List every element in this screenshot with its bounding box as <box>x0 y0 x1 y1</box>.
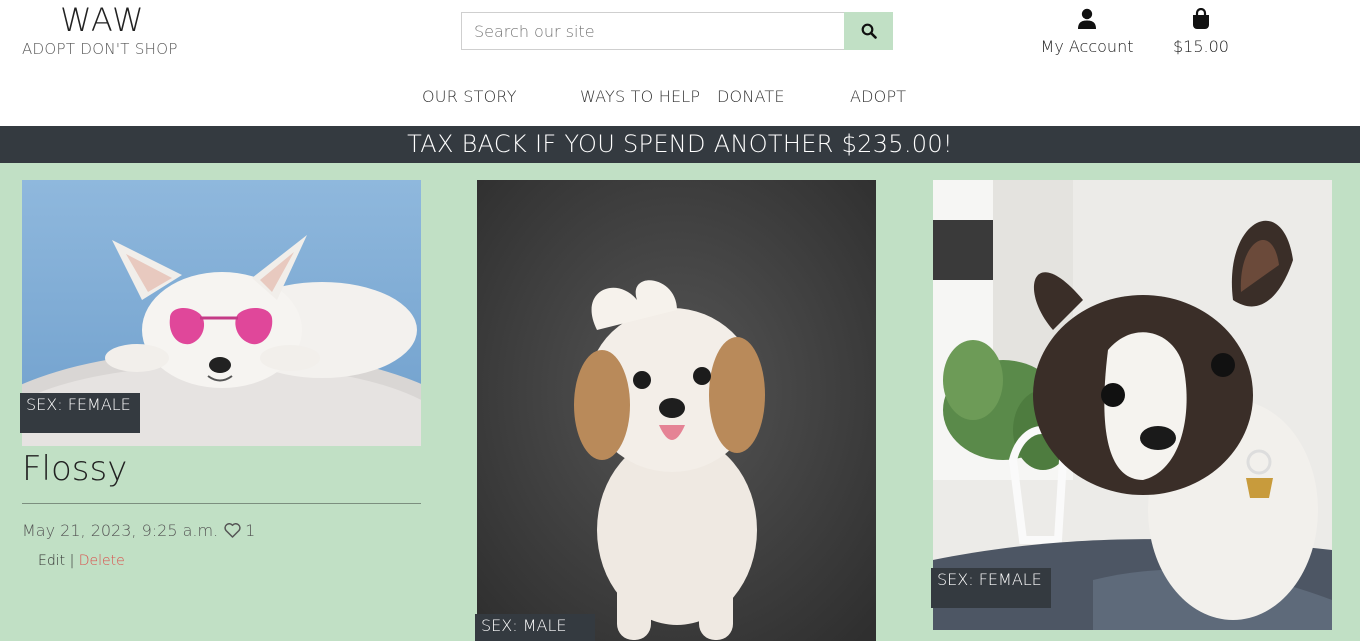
pet-photo <box>477 180 876 641</box>
nav-our-story[interactable]: OUR STORY <box>422 87 517 106</box>
card-divider <box>22 503 421 504</box>
main-nav: OUR STORY WAYS TO HELP DONATE ADOPT <box>0 87 1360 109</box>
pet-name: Flossy <box>22 449 128 489</box>
search-icon <box>861 23 877 39</box>
bag-total: $15.00 <box>1173 37 1229 56</box>
sex-badge: SEX: MALE <box>475 614 595 641</box>
my-account-label: My Account <box>1040 37 1134 56</box>
pet-photo-link[interactable]: SEX: FEMALE <box>20 180 422 446</box>
my-account-link[interactable]: My Account <box>1031 8 1143 56</box>
pet-photo <box>933 180 1332 630</box>
user-icon <box>1077 8 1097 30</box>
post-date: May 21, 2023, 9:25 a.m. <box>22 521 219 540</box>
shopping-bag-link[interactable]: $15.00 <box>1166 7 1236 56</box>
site-header: WAW ADOPT DON'T SHOP My Account $15. <box>0 0 1360 126</box>
promo-banner: TAX BACK IF YOU SPEND ANOTHER $235.00! <box>0 126 1360 163</box>
delete-link[interactable]: Delete <box>79 553 125 569</box>
like-count: 1 <box>245 521 256 540</box>
action-separator: | <box>69 553 75 569</box>
nav-adopt[interactable]: ADOPT <box>850 87 906 106</box>
brand-tagline: ADOPT DON'T SHOP <box>22 40 178 58</box>
pet-photo-link[interactable]: SEX: MALE <box>475 180 877 641</box>
search-input[interactable] <box>461 12 844 50</box>
pet-photo-link[interactable]: SEX: FEMALE <box>931 180 1333 630</box>
card-actions: Edit | Delete <box>38 553 422 569</box>
heart-icon[interactable] <box>224 523 241 538</box>
shopping-bag-icon <box>1191 7 1211 30</box>
sex-badge: SEX: FEMALE <box>931 568 1051 608</box>
pet-card-flossy: SEX: FEMALE Flossy May 21, 2023, 9:25 a.… <box>20 180 422 569</box>
pet-card-male: SEX: MALE <box>475 180 877 641</box>
pet-meta: May 21, 2023, 9:25 a.m. 1 <box>22 521 422 540</box>
search-button[interactable] <box>844 12 893 50</box>
pet-card-female: SEX: FEMALE <box>931 180 1333 630</box>
sex-badge: SEX: FEMALE <box>20 393 140 433</box>
nav-ways-to-help[interactable]: WAYS TO HELP <box>580 87 700 106</box>
nav-donate[interactable]: DONATE <box>717 87 785 106</box>
search-form <box>461 12 893 50</box>
edit-link[interactable]: Edit <box>38 553 65 569</box>
brand-title: WAW <box>60 1 145 39</box>
